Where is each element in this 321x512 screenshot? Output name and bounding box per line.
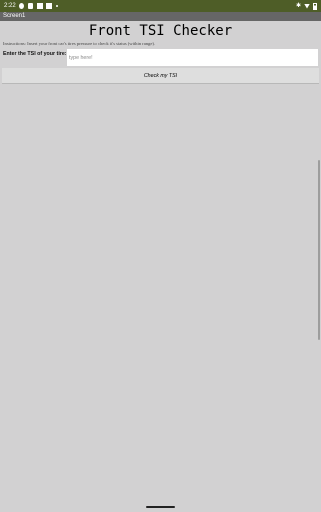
home-indicator[interactable] (146, 506, 175, 508)
screen-title: Screen1 (3, 13, 26, 19)
status-bar: 2:22 ✱ (0, 0, 321, 12)
app-screen: 2:22 ✱ Screen1 Front TSI Checker Instruc… (0, 0, 321, 512)
more-notifications-dot (56, 5, 58, 7)
status-time: 2:22 (4, 3, 16, 9)
screen-title-bar: Screen1 (0, 12, 321, 21)
tsi-input-label: Enter the TSI of your tire: (3, 51, 67, 57)
app-notification-icon (28, 3, 33, 9)
image-notification-icon (46, 3, 52, 9)
notification-icon (37, 3, 43, 9)
notification-icon (19, 3, 24, 9)
bluetooth-icon: ✱ (295, 3, 301, 9)
battery-icon (313, 2, 317, 10)
tsi-input[interactable] (67, 49, 318, 66)
page-title: Front TSI Checker (88, 23, 233, 39)
navigation-bar (0, 502, 321, 512)
wifi-icon (304, 3, 310, 9)
check-tsi-button[interactable]: Check my TSI (2, 68, 319, 84)
status-right-group: ✱ (296, 0, 317, 12)
scrollbar[interactable] (318, 160, 320, 340)
instructions-text: Instructions: Insert your front car's ti… (3, 41, 156, 46)
